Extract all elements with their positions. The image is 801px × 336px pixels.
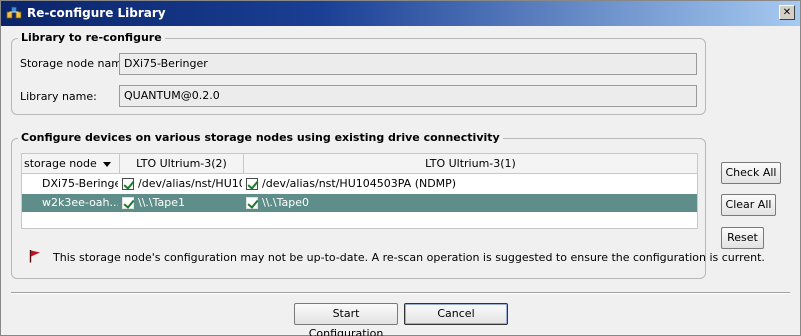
storage-node-cell: w2k3ee-oah... (42, 196, 118, 209)
device-path-cell: /dev/alias/nst/HU10... (138, 177, 242, 190)
device-checkbox[interactable] (122, 178, 134, 190)
close-button[interactable]: ✕ (779, 5, 795, 20)
column-header-lto1[interactable]: LTO Ultrium-3(1) (244, 154, 697, 174)
library-app-icon (6, 6, 22, 19)
footer-separator (11, 292, 790, 294)
device-path-cell: \\.\Tape0 (262, 196, 310, 209)
device-checkbox[interactable] (122, 197, 134, 209)
table-header: storage node LTO Ultrium-3(2) LTO Ultriu… (22, 154, 697, 174)
library-name-label: Library name: (20, 90, 97, 103)
library-name-field[interactable]: QUANTUM@0.2.0 (119, 85, 697, 107)
clear-all-button[interactable]: Clear All (721, 194, 776, 216)
device-checkbox[interactable] (246, 178, 258, 190)
start-configuration-button[interactable]: Start Configuration (294, 303, 398, 336)
storage-node-cell: DXi75-Beringer (42, 177, 118, 190)
warning-flag-icon (29, 250, 40, 263)
devices-table: storage node LTO Ultrium-3(2) LTO Ultriu… (21, 153, 698, 229)
column-header-label: LTO Ultrium-3(1) (425, 157, 516, 170)
devices-group-title: Configure devices on various storage nod… (18, 131, 503, 144)
storage-node-label: Storage node name: (20, 57, 133, 70)
reconfigure-library-dialog: Re-configure Library ✕ Library to re-con… (0, 0, 801, 336)
device-path-cell: /dev/alias/nst/HU104503PA (NDMP) (262, 177, 457, 190)
sort-down-icon (102, 161, 111, 167)
title-bar: Re-configure Library ✕ (1, 1, 800, 26)
rescan-notice: This storage node's configuration may no… (53, 251, 765, 264)
table-row[interactable]: w2k3ee-oah... \\.\Tape1 \\.\Tape0 (22, 194, 697, 212)
cancel-button[interactable]: Cancel (404, 303, 508, 325)
column-header-label: storage node (24, 157, 97, 170)
window-title: Re-configure Library (27, 6, 166, 20)
column-header-storage-node[interactable]: storage node (22, 154, 120, 174)
table-row[interactable]: DXi75-Beringer /dev/alias/nst/HU10... /d… (22, 175, 697, 193)
device-checkbox[interactable] (246, 197, 258, 209)
library-group-title: Library to re-configure (18, 31, 165, 44)
storage-node-field[interactable]: DXi75-Beringer (119, 53, 697, 75)
check-all-button[interactable]: Check All (721, 162, 781, 184)
reset-button[interactable]: Reset (721, 227, 764, 249)
device-path-cell: \\.\Tape1 (138, 196, 186, 209)
column-header-lto2[interactable]: LTO Ultrium-3(2) (120, 154, 244, 174)
column-header-label: LTO Ultrium-3(2) (136, 157, 227, 170)
